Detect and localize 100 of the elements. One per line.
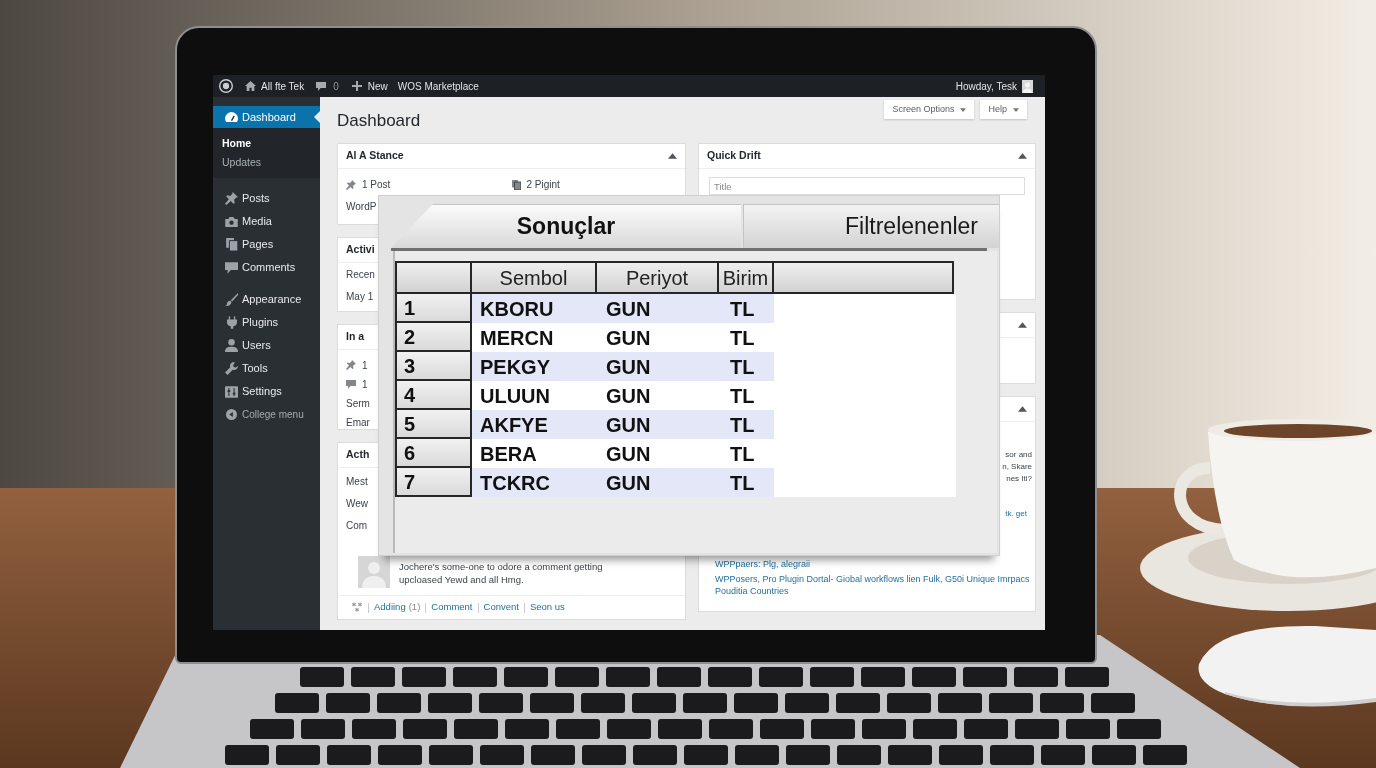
pushpin-icon <box>346 360 356 370</box>
column-header: Periyot <box>595 261 719 294</box>
caret-down-icon <box>960 107 967 112</box>
circle-logo-icon[interactable] <box>219 79 233 93</box>
footer-link[interactable]: Addiing <box>374 600 406 615</box>
asterisk-icon <box>351 602 363 613</box>
menu-item[interactable]: Tools <box>213 357 320 380</box>
comment-text: Jochere's some-one to odore a comment getting upcloased Yewd and all Hmg. <box>399 560 603 587</box>
table-cell: GUN <box>597 294 719 323</box>
title-input[interactable]: Title <box>709 177 1025 195</box>
row-number: 4 <box>395 381 472 410</box>
row-number: 1 <box>395 294 472 323</box>
menu-item[interactable]: Posts <box>213 187 320 210</box>
table-cell: GUN <box>597 410 719 439</box>
screen-options-button[interactable]: Screen Options <box>884 100 975 119</box>
table-cell: TL <box>719 468 774 497</box>
widget-text: Com <box>346 519 368 533</box>
pushpin-icon <box>225 192 238 205</box>
row-number: 7 <box>395 468 472 497</box>
gauge-icon <box>225 112 238 122</box>
triangle-up-icon[interactable] <box>1018 406 1027 412</box>
account-link[interactable]: Howday, Tesk <box>955 78 1033 94</box>
page-title: Dashboard <box>337 110 421 132</box>
news-link[interactable]: WPPosers, Pro Plugin Dortal- Giobal workflows lien Fulk, G50i Unique Imrpacs Pouditia Countries <box>715 573 1031 597</box>
footer-link[interactable]: Convent <box>483 600 519 615</box>
menu-item[interactable]: Plugins <box>213 311 320 334</box>
table-cell: GUN <box>597 352 719 381</box>
menu-item[interactable]: Settings <box>213 380 320 403</box>
post-count-link[interactable]: 1 Post <box>362 177 391 192</box>
footer-link[interactable]: Comment <box>431 600 473 615</box>
excerpt-text: n, Skare <box>1002 461 1032 473</box>
table-cell: TL <box>719 439 774 468</box>
excerpt-text: sor and <box>1005 449 1032 461</box>
row-number: 3 <box>395 352 472 381</box>
row-number: 2 <box>395 323 472 352</box>
widget-title: Quick Drift <box>707 148 761 164</box>
pushpin-icon <box>346 179 356 190</box>
table-cell: BERA <box>472 439 597 468</box>
column-header: Birim <box>717 261 774 294</box>
menu-item[interactable]: Dashboard <box>213 106 320 128</box>
widget-text: Recen <box>346 268 375 282</box>
new-content-link[interactable]: New <box>351 78 388 94</box>
camera-icon <box>225 216 238 227</box>
pages-icon <box>225 238 238 251</box>
menu-item[interactable]: Users <box>213 334 320 357</box>
menu-item[interactable]: Appearance <box>213 288 320 311</box>
wrench-icon <box>225 362 238 375</box>
widget-text: May 1 <box>346 290 374 304</box>
caret-down-icon <box>1013 107 1019 112</box>
table-cell: TL <box>719 352 774 381</box>
widget-text: Wew <box>346 497 369 511</box>
table-cell: AKFYE <box>472 410 597 439</box>
menu-item[interactable]: Pages <box>213 233 320 256</box>
page-count-link[interactable]: 2 Pigint <box>526 177 560 192</box>
home-icon <box>245 81 256 91</box>
speech-bubble-icon <box>346 379 356 389</box>
column-header: Sembol <box>470 261 597 294</box>
table-cell: TL <box>719 381 774 410</box>
comment-count-link[interactable]: 1 <box>362 376 368 392</box>
site-link[interactable]: All fte Tek <box>245 78 305 94</box>
marketplace-link[interactable]: WOS Marketplace <box>397 78 479 94</box>
table-cell: PEKGY <box>472 352 597 381</box>
plug-icon <box>226 316 237 329</box>
table-cell: KBORU <box>472 294 597 323</box>
widget-text: Mest <box>346 475 368 489</box>
table-cell: GUN <box>597 381 719 410</box>
help-button[interactable]: Help <box>980 100 1027 119</box>
tab[interactable]: Filtrelenenler <box>743 204 999 248</box>
speech-bubble-icon <box>225 261 238 274</box>
table-cell: ULUUN <box>472 381 597 410</box>
settings-icon <box>225 385 238 398</box>
row-number: 6 <box>395 439 472 468</box>
read-more-link[interactable]: tk. get <box>1005 508 1027 520</box>
pages-icon <box>511 179 521 190</box>
table-cell: GUN <box>597 468 719 497</box>
triangle-up-icon[interactable] <box>1018 153 1027 159</box>
news-link[interactable]: WPPpaers: Plg, alegraii <box>715 558 1031 570</box>
triangle-up-icon[interactable] <box>668 153 677 159</box>
widget-title: In a <box>346 329 365 345</box>
collapse-menu-button[interactable]: College menu <box>213 403 320 426</box>
triangle-up-icon[interactable] <box>1018 322 1027 328</box>
menu-item[interactable]: Comments <box>213 256 320 279</box>
plus-icon <box>351 81 362 91</box>
table-cell: GUN <box>597 439 719 468</box>
widget-title: Al A Stance <box>346 148 404 164</box>
submenu-item[interactable]: Home <box>213 134 320 153</box>
table-cell: TL <box>719 294 774 323</box>
widget-text: WordP <box>346 200 377 214</box>
row-number: 5 <box>395 410 472 439</box>
speech-bubble-icon <box>316 81 327 91</box>
paintbrush-icon <box>225 293 238 306</box>
post-count-link[interactable]: 1 <box>362 357 368 373</box>
submenu-item[interactable]: Updates <box>213 153 320 172</box>
widget-title: Acth <box>346 447 370 463</box>
footer-link[interactable]: Seon us <box>529 600 565 615</box>
menu-item[interactable]: Media <box>213 210 320 233</box>
table-cell: TCKRC <box>472 468 597 497</box>
comments-link[interactable]: 0 <box>316 78 339 94</box>
widget-text: Serm <box>346 396 370 411</box>
tab[interactable]: Sonuçlar <box>391 204 741 248</box>
